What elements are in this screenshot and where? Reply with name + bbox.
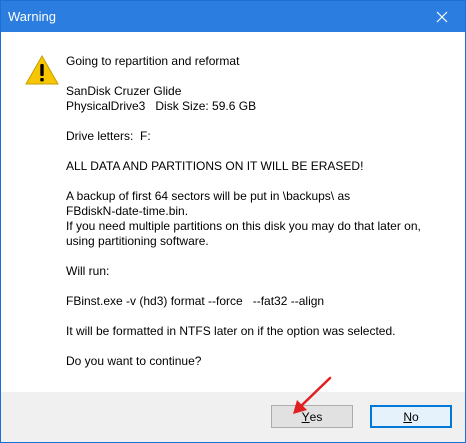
message-line [66,69,456,84]
warning-dialog: Warning Going to repartition and reforma… [0,0,466,443]
message-line: A backup of first 64 sectors will be put… [66,189,351,203]
message-line: Going to repartition and reformat [66,54,240,68]
message-line [66,339,456,354]
no-button-accelerator: N [403,409,412,424]
no-button[interactable]: No [370,405,452,428]
message-line: If you need multiple partitions on this … [66,219,421,233]
message-line: ALL DATA AND PARTITIONS ON IT WILL BE ER… [66,159,364,173]
close-icon [436,11,448,22]
yes-button[interactable]: Yes [271,405,353,428]
dialog-body: Going to repartition and reformat SanDis… [1,32,465,392]
warning-icon [25,55,59,85]
message-line [66,249,456,264]
message-line: FBdiskN-date-time.bin. [66,204,189,218]
message-line [66,144,456,159]
window-title: Warning [8,9,56,24]
message-line [66,309,456,324]
button-bar: Yes No [1,392,465,442]
yes-button-accelerator: Y [301,409,310,424]
message-line: PhysicalDrive3 Disk Size: 59.6 GB [66,99,257,113]
yes-button-label: es [309,409,323,424]
message-line: Drive letters: F: [66,129,151,143]
close-button[interactable] [419,1,465,32]
no-button-label: o [411,409,419,424]
message-line: SanDisk Cruzer Glide [66,84,182,98]
message-line [66,114,456,129]
message-line: using partitioning software. [66,234,209,248]
message-line [66,279,456,294]
message-line: It will be formatted in NTFS later on if… [66,324,396,338]
message-line: FBinst.exe -v (hd3) format --force --fat… [66,294,325,308]
message-text: Going to repartition and reformat SanDis… [66,54,456,369]
message-line: Do you want to continue? [66,354,202,368]
message-line: Will run: [66,264,110,278]
title-bar[interactable]: Warning [1,1,465,32]
message-line [66,174,456,189]
